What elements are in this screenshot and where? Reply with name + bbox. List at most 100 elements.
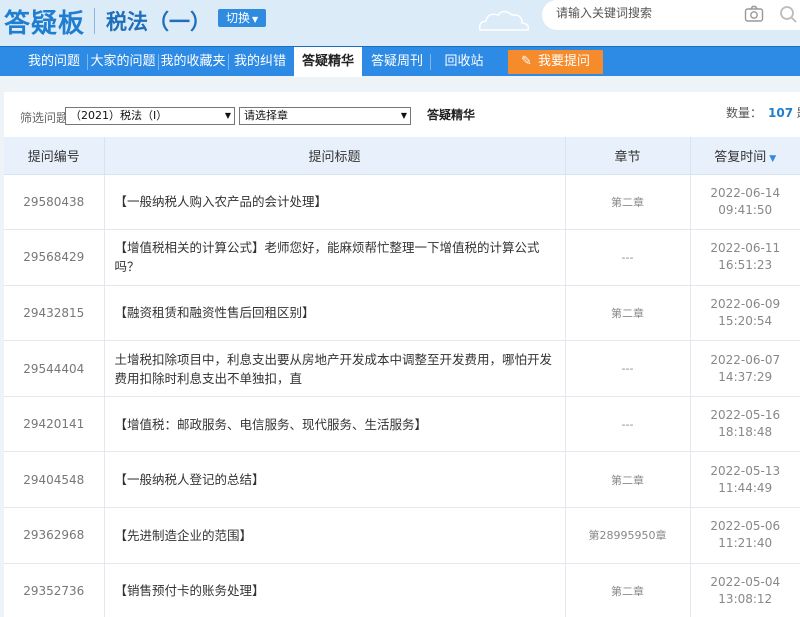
cloud-decoration (478, 10, 530, 31)
content-panel: 筛选问题 （2021）税法（Ⅰ）▼ 请选择章▼ 答疑精华 数量：107 题 提问… (4, 92, 800, 617)
header-divider (94, 8, 95, 34)
table-row[interactable]: 29420141 【增值税：邮政服务、电信服务、现代服务、生活服务】 --- 2… (4, 396, 800, 453)
row-date: 2022-05-04 (710, 574, 781, 589)
switch-label: 切换 (226, 11, 251, 25)
row-id: 29580438 (4, 174, 105, 231)
pencil-icon: ✎ (521, 54, 532, 69)
row-date: 2022-05-13 (710, 463, 781, 478)
row-id: 29362968 (4, 507, 105, 564)
row-time: 13:08:12 (718, 591, 773, 606)
row-id: 29352736 (4, 563, 105, 617)
header-reply-time-label: 答复时间 (714, 149, 767, 165)
table-row[interactable]: 29362968 【先进制造企业的范围】 第28995950章 2022-05-… (4, 507, 800, 564)
ask-label: 我要提问 (537, 54, 590, 69)
chapter-select[interactable]: 请选择章 ▼ (239, 107, 411, 125)
row-id: 29568429 (4, 229, 105, 286)
main-nav: 我的问题 大家的问题 我的收藏夹 我的纠错 答疑精华 答疑周刊 回收站 ✎ 我要提… (0, 46, 800, 77)
row-chapter: 第二章 (565, 174, 691, 231)
row-chapter: --- (565, 340, 691, 397)
tab-my-favorites[interactable]: 我的收藏夹 (158, 47, 228, 77)
row-chapter: --- (565, 396, 691, 453)
subject-title: 税法（一） (106, 10, 211, 34)
row-chapter: 第二章 (565, 563, 691, 617)
sort-desc-icon[interactable]: ▼ (769, 154, 776, 164)
row-reply-time: 2022-06-07 14:37:29 (690, 340, 800, 397)
row-title-link[interactable]: 【一般纳税人购入农产品的会计处理】 (104, 174, 566, 231)
row-chapter: 第28995950章 (565, 507, 691, 564)
row-time: 11:44:49 (718, 480, 773, 495)
table-row[interactable]: 29580438 【一般纳税人购入农产品的会计处理】 第二章 2022-06-1… (4, 174, 800, 231)
table-header-row: 提问编号 提问标题 章节 答复时间 ▼ (4, 137, 800, 175)
header-id: 提问编号 (4, 137, 105, 175)
row-chapter: 第二章 (565, 285, 691, 342)
row-reply-time: 2022-06-11 16:51:23 (690, 229, 800, 286)
header-chapter: 章节 (565, 137, 691, 175)
row-title-link[interactable]: 【融资租赁和融资性售后回租区别】 (104, 285, 566, 342)
table-row[interactable]: 29568429 【增值税相关的计算公式】老师您好，能麻烦帮忙整理一下增值税的计… (4, 229, 800, 286)
row-date: 2022-05-16 (710, 408, 781, 423)
tab-recycle-bin[interactable]: 回收站 (432, 47, 496, 77)
count-label: 数量： (726, 106, 763, 120)
table-row[interactable]: 29404548 【一般纳税人登记的总结】 第二章 2022-05-13 11:4… (4, 451, 800, 509)
row-date: 2022-06-09 (710, 296, 781, 311)
filter-bar: 筛选问题 （2021）税法（Ⅰ）▼ 请选择章▼ 答疑精华 数量：107 题 (4, 92, 800, 138)
row-date: 2022-06-07 (710, 352, 781, 367)
tab-my-corrections[interactable]: 我的纠错 (228, 47, 292, 77)
chapter-select-value: 请选择章 (244, 109, 288, 122)
row-id: 29420141 (4, 396, 105, 453)
row-id: 29432815 (4, 285, 105, 342)
row-reply-time: 2022-05-16 18:18:48 (690, 396, 800, 453)
tab-my-questions[interactable]: 我的问题 (22, 47, 86, 77)
search-input[interactable] (556, 6, 746, 20)
question-count: 数量：107 题 (726, 104, 800, 121)
tab-all-questions[interactable]: 大家的问题 (88, 47, 158, 77)
row-date: 2022-06-11 (710, 241, 781, 256)
section-title: 答疑精华 (427, 108, 476, 122)
ask-question-button[interactable]: ✎ 我要提问 (508, 50, 603, 74)
row-reply-time: 2022-06-14 09:41:50 (690, 174, 800, 231)
search-icon[interactable] (778, 4, 798, 24)
row-time: 15:20:54 (718, 313, 773, 328)
row-reply-time: 2022-05-06 11:21:40 (690, 507, 800, 564)
nav-divider (430, 54, 431, 70)
header-title: 提问标题 (104, 137, 566, 175)
row-time: 16:51:23 (718, 258, 773, 273)
switch-subject-button[interactable]: 切换 ▼ (218, 9, 267, 27)
count-value: 107 (768, 106, 794, 120)
row-reply-time: 2022-05-04 13:08:12 (690, 563, 800, 617)
row-title-link[interactable]: 【增值税：邮政服务、电信服务、现代服务、生活服务】 (104, 396, 566, 453)
row-title-link[interactable]: 【增值税相关的计算公式】老师您好，能麻烦帮忙整理一下增值税的计算公式吗？ (104, 229, 566, 286)
camera-icon[interactable] (744, 5, 764, 23)
brand-logo[interactable]: 答疑板 (4, 3, 85, 40)
dropdown-arrow-icon: ▼ (400, 111, 407, 120)
row-time: 11:21:40 (718, 536, 773, 551)
dropdown-arrow-icon: ▼ (224, 111, 231, 120)
row-title-link[interactable]: 土增税扣除项目中，利息支出要从房地产开发成本中调整至开发费用，哪怕开发费用扣除时… (104, 340, 566, 397)
filter-label: 筛选问题 (20, 111, 69, 125)
row-title-link[interactable]: 【销售预付卡的账务处理】 (104, 563, 566, 617)
tab-qa-weekly[interactable]: 答疑周刊 (364, 47, 430, 77)
caret-down-icon: ▼ (252, 15, 259, 24)
row-time: 14:37:29 (718, 369, 773, 384)
row-reply-time: 2022-06-09 15:20:54 (690, 285, 800, 342)
row-time: 18:18:48 (718, 425, 773, 440)
header-reply-time[interactable]: 答复时间 ▼ (690, 137, 800, 175)
row-id: 29404548 (4, 451, 105, 509)
row-time: 09:41:50 (718, 202, 773, 217)
table-row[interactable]: 29352736 【销售预付卡的账务处理】 第二章 2022-05-04 13:0… (4, 563, 800, 617)
row-id: 29544404 (4, 340, 105, 397)
table-row[interactable]: 29544404 土增税扣除项目中，利息支出要从房地产开发成本中调整至开发费用，… (4, 340, 800, 397)
questions-table: 提问编号 提问标题 章节 答复时间 ▼ 29580438 【一般纳税人购入农产品的… (4, 137, 800, 617)
row-chapter: 第二章 (565, 451, 691, 509)
header-bar: 答疑板 税法（一） 切换 ▼ (0, 0, 800, 46)
tab-qa-essence[interactable]: 答疑精华 (294, 47, 362, 77)
row-reply-time: 2022-05-13 11:44:49 (690, 451, 800, 509)
course-select-value: （2021）税法（Ⅰ） (70, 109, 168, 122)
row-date: 2022-06-14 (710, 185, 781, 200)
row-title-link[interactable]: 【一般纳税人登记的总结】 (104, 451, 566, 509)
row-title-link[interactable]: 【先进制造企业的范围】 (104, 507, 566, 564)
table-row[interactable]: 29432815 【融资租赁和融资性售后回租区别】 第二章 2022-06-09… (4, 285, 800, 342)
course-select[interactable]: （2021）税法（Ⅰ） ▼ (65, 107, 235, 125)
row-date: 2022-05-06 (710, 519, 781, 534)
row-chapter: --- (565, 229, 691, 286)
